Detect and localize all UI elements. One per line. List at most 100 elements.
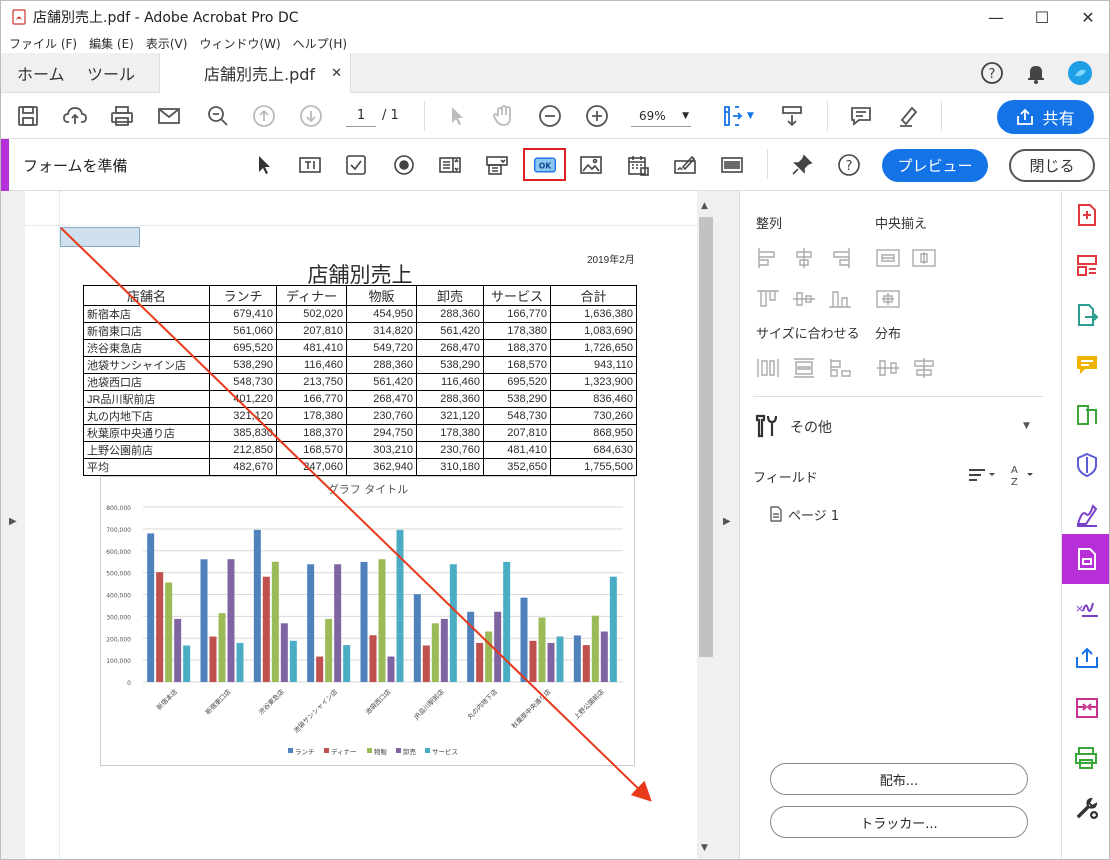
prepare-form-toolbar: フォームを準備 OK ? プレビュー 閉じる <box>1 139 1109 191</box>
save-icon[interactable] <box>13 101 43 131</box>
signature-field-icon[interactable] <box>670 151 700 179</box>
list-box-icon[interactable] <box>435 151 465 179</box>
tab-tools[interactable]: ツール <box>87 53 135 93</box>
right-panel-toggle[interactable]: ▶ <box>715 191 739 859</box>
image-field-icon[interactable] <box>576 151 606 179</box>
scrollbar-thumb[interactable] <box>699 217 713 657</box>
fit-page-icon[interactable] <box>717 101 747 131</box>
window-title: 店舗別売上.pdf - Adobe Acrobat Pro DC <box>33 10 299 26</box>
chevron-down-icon: ▼ <box>682 111 689 121</box>
notification-bell-icon[interactable] <box>1025 53 1047 93</box>
close-window-button[interactable]: ✕ <box>1065 1 1109 33</box>
preview-button[interactable]: プレビュー <box>882 149 988 182</box>
email-icon[interactable] <box>154 101 184 131</box>
center-vertical-icon[interactable] <box>912 247 936 269</box>
tracker-button[interactable]: トラッカー... <box>770 806 1028 838</box>
match-width-icon[interactable] <box>756 357 780 379</box>
page-number-input[interactable]: 1 <box>346 105 376 127</box>
panel-divider <box>753 396 1043 397</box>
close-form-button[interactable]: 閉じる <box>1009 149 1095 182</box>
minimize-button[interactable]: — <box>973 1 1019 33</box>
fill-sign-icon[interactable] <box>1073 501 1101 529</box>
center-horizontal-icon[interactable] <box>876 247 900 269</box>
distribute-button[interactable]: 配布... <box>770 763 1028 795</box>
help-icon[interactable]: ? <box>980 53 1004 93</box>
radio-button-icon[interactable] <box>389 151 419 179</box>
expand-left-icon[interactable]: ▶ <box>9 516 17 527</box>
left-panel-toggle[interactable]: ▶ <box>1 191 25 859</box>
scroll-down-icon[interactable]: ▼ <box>701 843 708 853</box>
menu-window[interactable]: ウィンドウ(W) <box>199 35 280 52</box>
center-both-icon[interactable] <box>876 288 900 310</box>
dropdown-field-icon[interactable] <box>482 151 512 179</box>
request-signature-icon[interactable]: × <box>1073 594 1101 622</box>
prepare-form-tool-active[interactable] <box>1062 534 1109 584</box>
align-middle-icon[interactable] <box>792 288 816 310</box>
select-object-icon[interactable] <box>249 151 279 179</box>
protect-icon[interactable] <box>1073 451 1101 479</box>
menu-help[interactable]: ヘルプ(H) <box>293 35 347 52</box>
page-down-icon[interactable] <box>296 101 326 131</box>
print-icon[interactable] <box>107 101 137 131</box>
zoom-select[interactable]: 69% ▼ <box>631 105 691 127</box>
sort-alpha-icon[interactable]: AZ <box>1009 463 1037 491</box>
share-button[interactable]: 共有 <box>997 100 1094 134</box>
button-ok-icon[interactable]: OK <box>530 151 560 179</box>
align-right-icon[interactable] <box>828 247 852 269</box>
fit-dropdown-icon[interactable]: ▼ <box>747 111 754 121</box>
pdf-page: 2019年2月 店舗別売上 店舗名 ランチ ディナー 物販 卸売 サービス 合計 新宿本店 6… <box>25 191 697 859</box>
zoom-search-icon[interactable] <box>203 101 233 131</box>
zoom-out-icon[interactable] <box>535 101 565 131</box>
barcode-icon[interactable] <box>717 151 747 179</box>
hand-tool-icon[interactable] <box>488 101 518 131</box>
menu-edit[interactable]: 編集 (E) <box>89 35 134 52</box>
svg-text:OK: OK <box>539 161 553 170</box>
zoom-in-icon[interactable] <box>582 101 612 131</box>
page-total: / 1 <box>382 108 399 123</box>
more-tools-icon[interactable] <box>1073 794 1101 822</box>
pin-icon[interactable] <box>787 151 817 179</box>
other-expand-icon[interactable]: ▼ <box>1023 421 1030 431</box>
sort-options-icon[interactable] <box>967 466 997 488</box>
comment-icon[interactable] <box>846 101 876 131</box>
align-left-icon[interactable] <box>756 247 780 269</box>
page-up-icon[interactable] <box>249 101 279 131</box>
align-center-h-icon[interactable] <box>792 247 816 269</box>
menu-view[interactable]: 表示(V) <box>146 35 188 52</box>
comment-tool-icon[interactable] <box>1073 351 1101 379</box>
organize-pages-icon[interactable] <box>1073 251 1101 279</box>
field-tree-page[interactable]: ページ 1 <box>788 505 839 524</box>
scroll-up-icon[interactable]: ▲ <box>701 201 708 211</box>
share-file-icon[interactable] <box>1073 644 1101 672</box>
pdf-file-icon <box>12 9 26 25</box>
distribute-vertical-icon[interactable] <box>912 357 936 379</box>
user-avatar[interactable] <box>1067 53 1093 93</box>
date-field-icon[interactable] <box>623 151 653 179</box>
maximize-button[interactable]: ☐ <box>1019 1 1065 33</box>
menu-file[interactable]: ファイル (F) <box>9 35 77 52</box>
text-field-icon[interactable] <box>295 151 325 179</box>
match-both-icon[interactable] <box>828 357 852 379</box>
compare-files-icon[interactable] <box>1073 401 1101 429</box>
match-height-icon[interactable] <box>792 357 816 379</box>
align-top-icon[interactable] <box>756 288 780 310</box>
form-accent-bar <box>1 139 9 191</box>
combine-files-icon[interactable] <box>1073 694 1101 722</box>
print-production-icon[interactable] <box>1073 744 1101 772</box>
close-tab-icon[interactable]: ✕ <box>331 66 342 81</box>
highlight-pen-icon[interactable] <box>893 101 923 131</box>
upload-cloud-icon[interactable] <box>60 101 90 131</box>
collapse-right-icon[interactable]: ▶ <box>723 516 731 527</box>
form-properties-panel <box>739 191 1061 859</box>
other-section[interactable]: その他 <box>790 417 832 437</box>
scroll-mode-icon[interactable] <box>777 101 807 131</box>
export-pdf-icon[interactable] <box>1073 301 1101 329</box>
distribute-horizontal-icon[interactable] <box>876 357 900 379</box>
tab-home[interactable]: ホーム <box>17 53 65 93</box>
tab-document[interactable]: 店舗別売上.pdf ✕ <box>159 53 351 93</box>
form-help-icon[interactable]: ? <box>834 151 864 179</box>
checkbox-icon[interactable] <box>341 151 371 179</box>
create-pdf-icon[interactable] <box>1073 201 1101 229</box>
select-cursor-icon[interactable] <box>442 101 472 131</box>
align-bottom-icon[interactable] <box>828 288 852 310</box>
